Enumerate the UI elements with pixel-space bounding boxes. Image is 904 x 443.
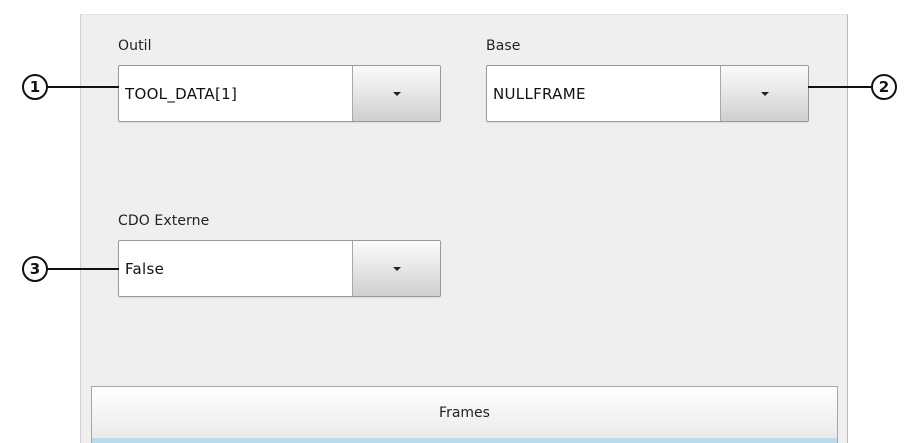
cdo-externe-value: False: [125, 259, 165, 278]
chevron-down-icon: [760, 91, 769, 96]
outil-value: TOOL_DATA[1]: [125, 84, 238, 103]
callout-3: 3: [22, 256, 48, 282]
chevron-down-icon: [392, 266, 401, 271]
callout-1-leader-line: [47, 86, 119, 88]
callout-2: 2: [871, 74, 897, 100]
chevron-down-icon: [392, 91, 401, 96]
cdo-externe-dropdown[interactable]: False: [118, 240, 441, 297]
figure: Outil TOOL_DATA[1] Base NULLFRAME CDO Ex…: [0, 0, 904, 443]
outil-label: Outil: [118, 38, 152, 54]
base-dropdown[interactable]: NULLFRAME: [486, 65, 809, 122]
callout-3-leader-line: [47, 268, 119, 270]
callout-2-leader-line: [808, 86, 872, 88]
base-value: NULLFRAME: [493, 84, 586, 103]
tab-frames[interactable]: Frames: [91, 386, 838, 443]
callout-1: 1: [22, 74, 48, 100]
cdo-externe-dropdown-button[interactable]: [352, 241, 440, 296]
outil-dropdown[interactable]: TOOL_DATA[1]: [118, 65, 441, 122]
tab-frames-label: Frames: [439, 405, 490, 421]
outil-dropdown-button[interactable]: [352, 66, 440, 121]
cdo-externe-label: CDO Externe: [118, 213, 210, 229]
base-label: Base: [486, 38, 521, 54]
tab-active-indicator: [92, 438, 837, 443]
base-dropdown-button[interactable]: [720, 66, 808, 121]
